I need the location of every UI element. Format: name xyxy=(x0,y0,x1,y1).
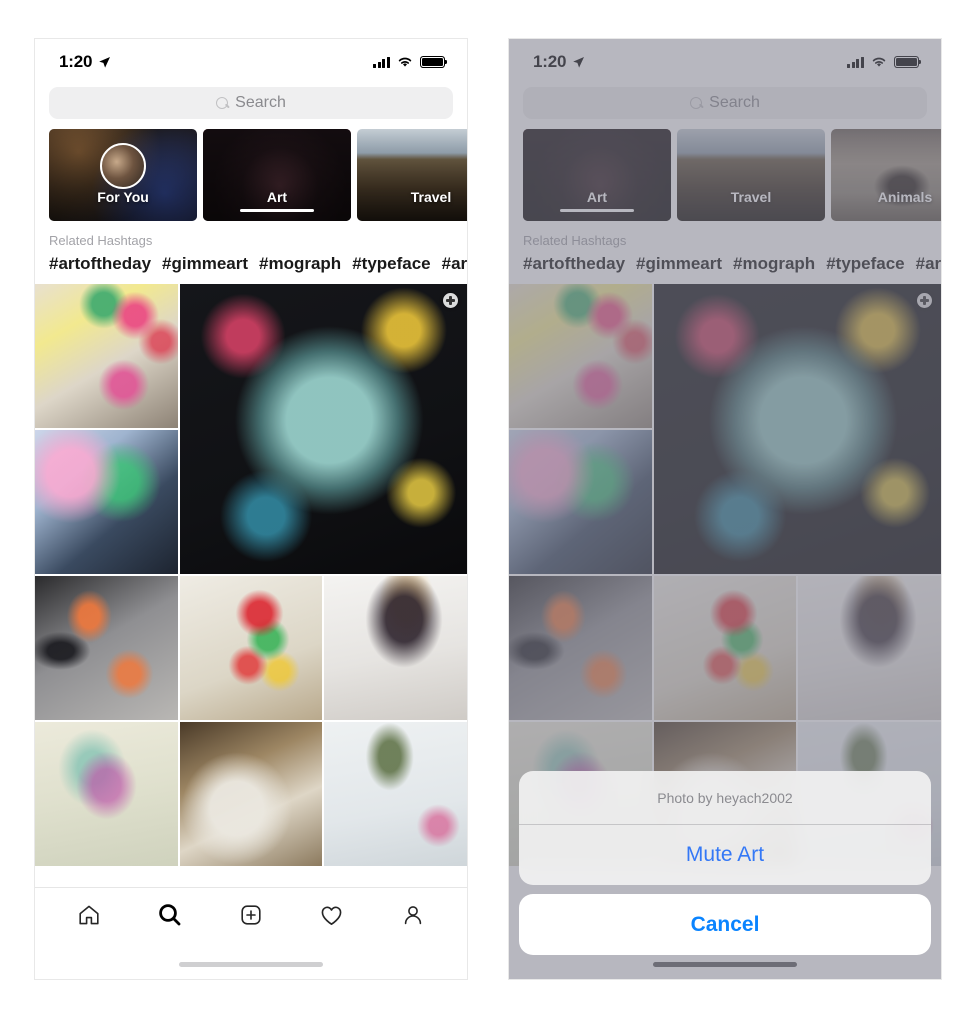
mute-art-button[interactable]: Mute Art xyxy=(519,825,931,885)
carousel-icon xyxy=(443,293,458,308)
avatar xyxy=(100,142,146,189)
hashtag-chip[interactable]: #typeface xyxy=(352,254,430,274)
cancel-button[interactable]: Cancel xyxy=(519,894,931,955)
search-placeholder: Search xyxy=(235,94,286,111)
category-card-art[interactable]: Art xyxy=(203,129,351,221)
hashtag-chip[interactable]: #gimmeart xyxy=(162,254,248,274)
home-icon xyxy=(79,905,99,925)
home-indicator xyxy=(179,962,323,967)
explore-screen-left: 1:20 Search For You Art Travel Related H… xyxy=(35,39,467,979)
status-bar-time: 1:20 xyxy=(59,52,93,71)
search-bar-container: Search xyxy=(35,85,467,129)
tab-profile[interactable] xyxy=(396,900,430,930)
tab-activity[interactable] xyxy=(315,900,349,930)
hashtag-chip[interactable]: #mograph xyxy=(259,254,341,274)
photo-city-illustration[interactable] xyxy=(35,430,178,574)
photo-glitch-face[interactable] xyxy=(35,722,178,866)
photo-splatter-circle[interactable] xyxy=(179,284,467,574)
hashtag-row-left[interactable]: #artoftheday #gimmeart #mograph #typefac… xyxy=(35,250,467,284)
category-selected-indicator xyxy=(240,209,314,212)
category-label: For You xyxy=(97,189,149,205)
category-card-for-you[interactable]: For You xyxy=(49,129,197,221)
status-bar: 1:20 xyxy=(35,39,467,85)
phone-left: 1:20 Search For You Art Travel Related H… xyxy=(34,38,468,980)
action-sheet: Photo by heyach2002 Mute Art Cancel xyxy=(509,771,941,979)
tab-home[interactable] xyxy=(72,900,106,930)
explore-screen-right: 1:20 xyxy=(509,39,941,979)
related-hashtags-title: Related Hashtags xyxy=(49,233,153,248)
home-indicator xyxy=(653,962,797,967)
category-label: Travel xyxy=(410,189,452,205)
photo-paint-palette[interactable] xyxy=(35,284,178,428)
photo-koi-fish[interactable] xyxy=(35,576,178,720)
plus-square-icon xyxy=(241,905,261,925)
explore-photo-grid-left[interactable] xyxy=(35,284,467,866)
category-shade xyxy=(357,129,467,221)
wifi-icon xyxy=(398,57,412,67)
cellular-signal-icon xyxy=(373,56,390,68)
photo-toy-robot[interactable] xyxy=(179,576,323,720)
action-sheet-title: Photo by heyach2002 xyxy=(519,771,931,825)
category-carousel-left[interactable]: For You Art Travel xyxy=(35,129,467,221)
tab-search[interactable] xyxy=(153,900,187,930)
tab-bar-items xyxy=(35,888,467,942)
person-icon xyxy=(404,906,421,925)
battery-full-icon xyxy=(420,56,448,68)
search-icon xyxy=(216,96,229,110)
tab-bar-left xyxy=(35,887,467,979)
status-bar-time-group: 1:20 xyxy=(59,52,111,72)
tab-create[interactable] xyxy=(234,900,268,930)
category-card-travel[interactable]: Travel xyxy=(357,129,467,221)
photo-sketchbook-desk[interactable] xyxy=(179,722,323,866)
action-sheet-group: Photo by heyach2002 Mute Art xyxy=(519,771,931,885)
photo-portrait-sketch[interactable] xyxy=(324,576,467,720)
photo-tree-doodle[interactable] xyxy=(324,722,467,866)
hashtag-chip[interactable]: #artoftheday xyxy=(49,254,151,274)
phone-right: 1:20 xyxy=(508,38,942,980)
heart-icon xyxy=(321,906,342,925)
location-arrow-icon xyxy=(99,56,111,68)
search-icon xyxy=(159,904,181,926)
search-input[interactable]: Search xyxy=(49,87,453,119)
screenshot-stage: 1:20 Search For You Art Travel Related H… xyxy=(0,0,976,1024)
category-shade xyxy=(203,129,351,221)
hashtag-chip[interactable]: #artis xyxy=(442,254,467,274)
category-label: Art xyxy=(266,189,288,205)
status-bar-indicators xyxy=(373,56,448,68)
